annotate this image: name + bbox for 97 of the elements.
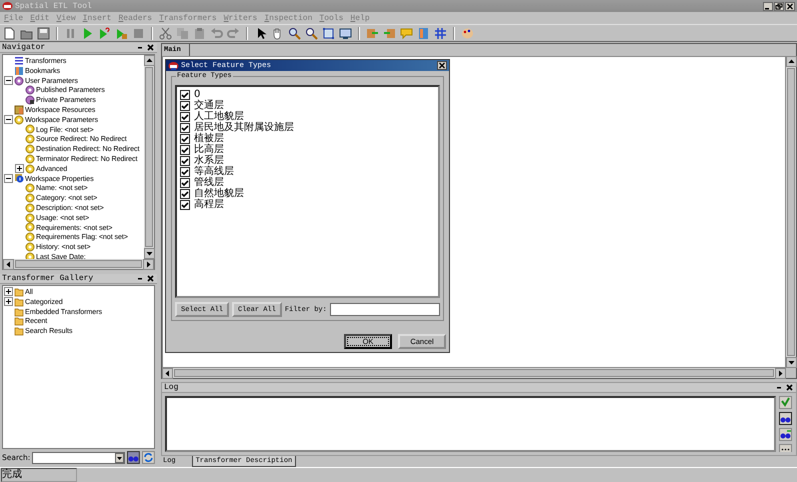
list-icon — [14, 56, 24, 66]
panel-title: Navigator — [2, 43, 46, 52]
gear-icon — [14, 114, 24, 125]
gear-icon — [25, 232, 35, 242]
play-question-icon[interactable] — [98, 26, 111, 40]
scroll-up-icon[interactable] — [786, 56, 797, 67]
refresh-icon[interactable] — [142, 451, 155, 464]
checkbox[interactable] — [180, 134, 190, 144]
scroll-up-icon[interactable] — [144, 55, 155, 66]
info-icon — [14, 173, 24, 184]
scrollbar[interactable] — [786, 56, 796, 368]
locked-gear-icon — [25, 95, 35, 106]
folder-icon — [14, 306, 24, 316]
scrollbar[interactable] — [162, 368, 786, 378]
more-icon[interactable] — [779, 444, 792, 452]
close-icon[interactable] — [785, 383, 794, 392]
scroll-right-icon[interactable] — [775, 368, 786, 379]
checkbox[interactable] — [180, 90, 190, 100]
filter-field[interactable] — [330, 303, 440, 316]
checkbox[interactable] — [180, 200, 190, 210]
close-icon[interactable] — [437, 61, 447, 70]
folder-icon — [14, 326, 24, 336]
expand-icon[interactable] — [15, 164, 24, 174]
scroll-down-icon[interactable] — [144, 248, 155, 259]
gear-icon — [25, 193, 35, 204]
zoom-out-icon[interactable] — [305, 26, 318, 40]
status-text: 完成 — [1, 468, 77, 482]
save-icon[interactable] — [37, 26, 50, 40]
feature-type-label: 自然地貌层 — [194, 188, 244, 199]
box-icon — [14, 104, 24, 115]
zoom-in-icon[interactable] — [288, 26, 301, 40]
panel-title: Log — [164, 383, 178, 392]
feature-type-label: 植被层 — [194, 133, 224, 144]
gear-icon — [25, 212, 35, 223]
monitor-icon[interactable] — [339, 26, 352, 40]
gear-icon — [25, 134, 35, 144]
gear-icon — [25, 154, 35, 164]
gear-icon — [25, 222, 35, 232]
gear-icon — [25, 124, 35, 134]
scroll-left-icon[interactable] — [162, 368, 173, 379]
feature-type-label: 人工地貌层 — [194, 111, 244, 122]
close-icon[interactable] — [146, 274, 155, 283]
grid-icon[interactable] — [434, 26, 447, 40]
folder-icon — [14, 286, 24, 297]
feature-type-label: 水系层 — [194, 155, 224, 166]
gear-icon — [25, 144, 35, 154]
search-binoculars-icon[interactable] — [127, 451, 140, 464]
app-logo-icon — [168, 60, 179, 70]
feature-type-label: 居民地及其附属设施层 — [194, 122, 294, 133]
search-field[interactable] — [32, 452, 126, 464]
close-icon[interactable] — [785, 2, 795, 10]
scissors-icon[interactable] — [159, 26, 172, 40]
feature-type-label: 比高层 — [194, 144, 224, 155]
binoculars-icon[interactable] — [779, 412, 792, 425]
app-logo-icon — [2, 1, 13, 11]
feature-type-label: 交通层 — [194, 100, 224, 111]
minimize-icon[interactable] — [763, 2, 773, 10]
collapse-icon[interactable] — [4, 76, 13, 85]
scrollbar[interactable] — [3, 259, 154, 269]
scroll-left-icon[interactable] — [3, 259, 14, 270]
collapse-icon[interactable] — [4, 174, 13, 183]
checkbox[interactable] — [180, 112, 190, 122]
checkbox[interactable] — [180, 188, 190, 198]
new-file-icon[interactable] — [3, 26, 16, 40]
feature-type-label: 等高线层 — [194, 166, 234, 177]
checkbox[interactable] — [180, 122, 190, 132]
checkbox[interactable] — [180, 178, 190, 188]
folder-icon — [14, 296, 24, 307]
gear-icon — [25, 85, 35, 96]
gear-icon — [25, 202, 35, 213]
scrollbar[interactable] — [144, 55, 154, 259]
zoom-extent-icon[interactable] — [322, 26, 335, 40]
gear-icon — [25, 242, 35, 252]
feature-type-label: 0 — [194, 89, 200, 100]
expand-icon[interactable] — [4, 297, 13, 306]
folder-icon — [14, 316, 24, 326]
palette-icon[interactable] — [461, 26, 474, 40]
expand-icon[interactable] — [4, 287, 13, 296]
panel-title: Transformer Gallery — [2, 274, 94, 283]
dropdown-icon[interactable] — [115, 452, 124, 462]
feature-type-label: 高程层 — [194, 199, 224, 210]
feature-type-label: 管线层 — [194, 177, 224, 188]
gear-icon — [14, 76, 24, 86]
scroll-right-icon[interactable] — [143, 259, 154, 270]
collapse-icon[interactable] — [4, 115, 13, 124]
gear-icon — [25, 183, 35, 194]
checkbox[interactable] — [180, 166, 190, 176]
window-title: Spatial ETL Tool — [15, 2, 92, 10]
restore-icon[interactable] — [774, 2, 784, 10]
checkbox[interactable] — [180, 100, 190, 110]
gear-icon — [25, 164, 35, 174]
scroll-down-icon[interactable] — [786, 357, 797, 368]
checkbox[interactable] — [180, 144, 190, 154]
book-icon — [14, 66, 24, 76]
close-icon[interactable] — [146, 43, 155, 52]
check-icon[interactable] — [779, 396, 792, 409]
checkbox[interactable] — [180, 156, 190, 166]
